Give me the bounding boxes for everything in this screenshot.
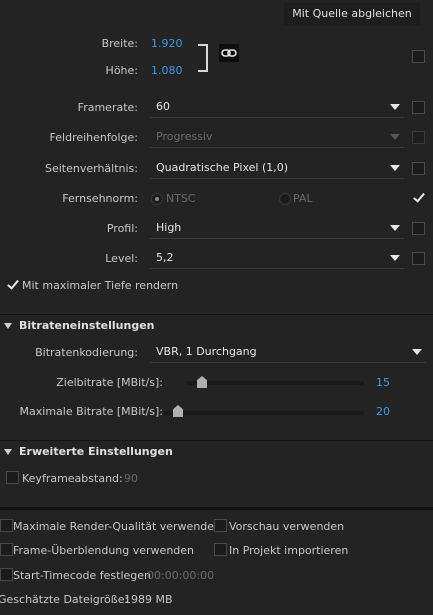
bitrate-encoding-label: Bitratenkodierung:: [35, 346, 138, 359]
keyframe-checkbox[interactable]: [6, 471, 19, 484]
import-project-checkbox[interactable]: [214, 543, 227, 556]
max-bitrate-slider-track[interactable]: [164, 411, 364, 415]
triangle-down-icon: [4, 449, 12, 455]
start-timecode-label: Start-Timecode festlegen: [13, 569, 152, 582]
ntsc-label: NTSC: [166, 192, 196, 205]
frame-blending-checkbox[interactable]: [0, 543, 13, 556]
target-bitrate-value[interactable]: 15: [376, 376, 390, 389]
level-override-checkbox[interactable]: [412, 252, 425, 265]
file-size-label: Geschätzte Dateigröße:: [0, 593, 129, 606]
chevron-down-icon: [412, 349, 422, 355]
field-order-select[interactable]: Progressiv: [150, 126, 404, 148]
field-order-label: Feldreihenfolge:: [49, 131, 138, 144]
start-timecode-checkbox[interactable]: [0, 568, 13, 581]
max-depth-label: Mit maximaler Tiefe rendern: [22, 279, 179, 292]
link-bracket: [198, 44, 208, 72]
chevron-down-icon: [390, 134, 400, 140]
max-quality-checkbox[interactable]: [0, 519, 13, 532]
match-source-button[interactable]: Mit Quelle abgleichen: [284, 3, 420, 25]
triangle-down-icon: [4, 323, 12, 329]
keyframe-value[interactable]: 90: [124, 472, 138, 485]
frame-blending-label: Frame-Überblendung verwenden: [13, 544, 195, 557]
aspect-override-checkbox[interactable]: [412, 162, 425, 175]
height-label: Höhe:: [105, 64, 138, 77]
max-depth-checkbox[interactable]: [6, 278, 19, 291]
field-order-value: Progressiv: [156, 130, 213, 143]
ntsc-radio[interactable]: [151, 193, 163, 205]
use-preview-label: Vorschau verwenden: [229, 520, 345, 533]
pal-radio[interactable]: [279, 193, 291, 205]
bitrate-encoding-select[interactable]: VBR, 1 Durchgang: [150, 341, 426, 363]
framerate-override-checkbox[interactable]: [412, 101, 425, 114]
use-preview-checkbox[interactable]: [214, 519, 227, 532]
bitrate-encoding-value: VBR, 1 Durchgang: [156, 345, 257, 358]
max-bitrate-slider-thumb[interactable]: [173, 405, 183, 417]
width-label: Breite:: [101, 37, 138, 50]
max-bitrate-value[interactable]: 20: [376, 405, 390, 418]
field-order-override-checkbox[interactable]: [412, 131, 425, 144]
size-override-checkbox[interactable]: [412, 50, 425, 63]
tv-standard-label: Fernsehnorm:: [62, 192, 138, 205]
chevron-down-icon: [390, 225, 400, 231]
profile-label: Profil:: [106, 222, 138, 235]
aspect-value: Quadratische Pixel (1,0): [156, 161, 289, 174]
target-bitrate-slider-track[interactable]: [186, 381, 364, 385]
width-value[interactable]: 1.920: [151, 37, 183, 50]
file-size-value: 1989 MB: [124, 593, 173, 606]
aspect-label: Seitenverhältnis:: [44, 162, 138, 175]
advanced-section-title: Erweiterte Einstellungen: [19, 445, 173, 458]
advanced-section-header[interactable]: Erweiterte Einstellungen: [0, 440, 433, 463]
level-label: Level:: [105, 252, 138, 265]
max-bitrate-label: Maximale Bitrate [MBit/s]:: [19, 405, 163, 418]
keyframe-label: Keyframeabstand:: [22, 472, 123, 485]
level-value: 5,2: [156, 251, 174, 264]
target-bitrate-slider-thumb[interactable]: [197, 376, 208, 388]
bitrate-section-header[interactable]: Bitrateneinstellungen: [0, 314, 433, 337]
profile-override-checkbox[interactable]: [412, 222, 425, 235]
framerate-select[interactable]: 60: [150, 96, 404, 118]
bitrate-section-title: Bitrateneinstellungen: [19, 319, 155, 332]
framerate-label: Framerate:: [77, 101, 138, 114]
profile-value: High: [156, 221, 182, 234]
link-icon[interactable]: [219, 44, 239, 62]
footer-separator: [0, 507, 433, 510]
tv-standard-override-checkbox[interactable]: [412, 191, 425, 204]
profile-select[interactable]: High: [150, 217, 404, 239]
max-quality-label: Maximale Render-Qualität verwenden: [13, 520, 222, 533]
chevron-down-icon: [390, 104, 400, 110]
import-project-label: In Projekt importieren: [229, 544, 349, 557]
height-value[interactable]: 1.080: [151, 64, 183, 77]
level-select[interactable]: 5,2: [150, 247, 404, 269]
framerate-value: 60: [156, 100, 170, 113]
target-bitrate-label: Zielbitrate [MBit/s]:: [56, 376, 163, 389]
chevron-down-icon: [390, 165, 400, 171]
chevron-down-icon: [390, 255, 400, 261]
aspect-select[interactable]: Quadratische Pixel (1,0): [150, 157, 404, 179]
start-timecode-value[interactable]: 00:00:00:00: [147, 569, 214, 582]
pal-label: PAL: [293, 192, 313, 205]
